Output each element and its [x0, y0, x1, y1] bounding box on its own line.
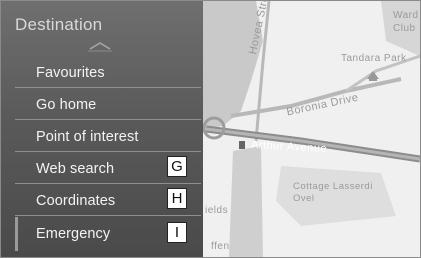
map-label-fields-fragment: ields — [205, 205, 229, 216]
callout-i: I — [167, 222, 187, 243]
menu-item-label: Coordinates — [36, 192, 116, 209]
callout-g: G — [167, 156, 187, 177]
menu-item-label: Point of interest — [36, 128, 139, 145]
destination-menu-panel: Destination Favourites Go home Point of … — [1, 1, 203, 257]
callout-h: H — [167, 188, 187, 209]
map-label-bottom-fragment: ffen — [211, 241, 230, 252]
screen-frame: Hovea Street Boronia Drive Arthur Avenue… — [0, 0, 421, 258]
menu-item-point-of-interest[interactable]: Point of interest — [15, 121, 201, 152]
menu-item-label: Go home — [36, 96, 97, 113]
map-label-cottage-lasserdi-ovel: Cottage Lasserdi Ovel — [293, 181, 373, 204]
menu-item-favourites[interactable]: Favourites — [15, 57, 201, 88]
map-label-ward-club: Ward Club — [393, 10, 419, 34]
menu-item-label: Web search — [36, 160, 115, 177]
menu-item-label: Favourites — [36, 64, 105, 81]
panel-title: Destination — [15, 15, 103, 34]
map-label-tandara-park: Tandara Park — [341, 53, 407, 64]
collapse-chevron-icon[interactable] — [85, 40, 115, 52]
menu-item-go-home[interactable]: Go home — [15, 89, 201, 120]
selection-indicator — [15, 217, 18, 251]
menu-item-label: Emergency — [36, 226, 111, 242]
